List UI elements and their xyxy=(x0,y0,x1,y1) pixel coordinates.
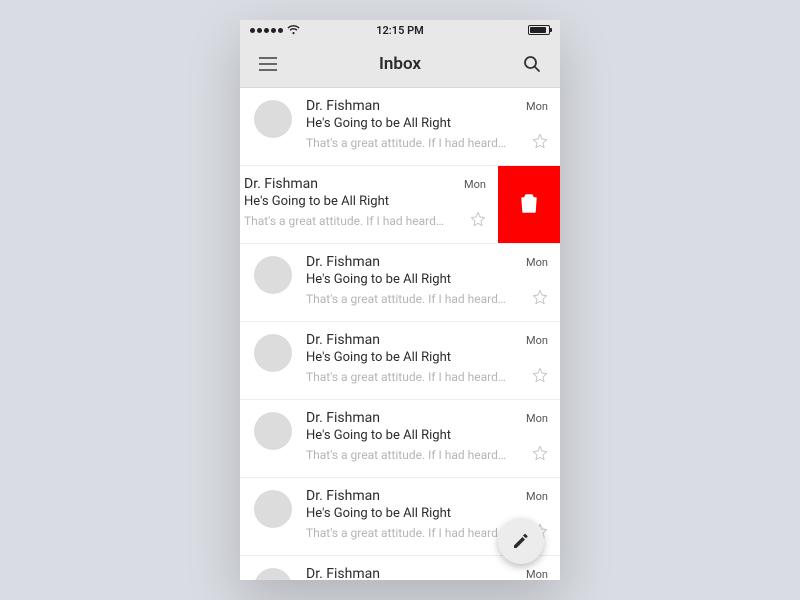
phone-frame: 12:15 PM Inbox Dr. Fishman Mon He's Going … xyxy=(240,20,560,580)
avatar xyxy=(254,256,292,294)
email-content: Dr. Fishman Mon He's Going to be All Right… xyxy=(306,332,548,387)
email-row-content[interactable]: Dr. Fishman Mon He's Going to be All Right… xyxy=(240,400,560,477)
email-subject: He's Going to be All Right xyxy=(244,194,486,209)
email-row-content[interactable]: Dr. Fishman Mon He's Going to be All Right… xyxy=(240,166,498,243)
search-icon xyxy=(523,55,541,73)
email-subject: He's Going to be All Right xyxy=(306,272,548,287)
email-subject: He's Going to be All Right xyxy=(306,116,548,131)
email-date: Mon xyxy=(526,256,548,269)
email-sender: Dr. Fishman xyxy=(306,566,380,580)
avatar xyxy=(254,568,292,580)
email-date: Mon xyxy=(526,412,548,425)
email-sender: Dr. Fishman xyxy=(306,98,380,114)
email-row[interactable]: Dr. Fishman Mon He's Going to be All Right… xyxy=(240,244,560,322)
star-button[interactable] xyxy=(532,289,548,309)
wifi-icon xyxy=(287,25,300,35)
email-sender: Dr. Fishman xyxy=(306,332,380,348)
email-row[interactable]: Dr. Fishman Mon He's Going to be All Right… xyxy=(240,400,560,478)
email-content: Dr. Fishman Mon He's Going to be All Right… xyxy=(306,98,548,153)
email-sender: Dr. Fishman xyxy=(306,488,380,504)
trash-icon xyxy=(520,193,538,217)
email-date: Mon xyxy=(526,100,548,113)
star-button[interactable] xyxy=(532,367,548,387)
email-content: Dr. Fishman Mon He's Going to be All Right… xyxy=(306,254,548,309)
email-row[interactable]: Dr. Fishman Mon He's Going to be All Right… xyxy=(240,88,560,166)
search-button[interactable] xyxy=(518,50,546,78)
status-time: 12:15 PM xyxy=(376,24,424,37)
hamburger-icon xyxy=(259,57,277,71)
email-date: Mon xyxy=(464,178,486,191)
email-preview: That's a great attitude. If I had heard… xyxy=(306,526,524,540)
email-preview: That's a great attitude. If I had heard… xyxy=(306,370,524,384)
star-button[interactable] xyxy=(532,133,548,153)
status-left xyxy=(250,25,300,35)
email-preview: That's a great attitude. If I had heard… xyxy=(306,136,524,150)
email-preview: That's a great attitude. If I had heard… xyxy=(244,214,462,228)
email-sender: Dr. Fishman xyxy=(244,176,318,192)
avatar xyxy=(254,334,292,372)
email-subject: He's Going to be All Right xyxy=(306,428,548,443)
email-content: Dr. Fishman Mon He's Going to be All Right… xyxy=(244,176,486,231)
avatar xyxy=(254,100,292,138)
email-content: Dr. FishmanMonHe's Going to be All Right… xyxy=(306,566,548,580)
compose-fab[interactable] xyxy=(498,518,544,564)
email-row-content[interactable]: Dr. Fishman Mon He's Going to be All Right… xyxy=(240,244,560,321)
signal-dots-icon xyxy=(250,28,283,33)
app-header: Inbox xyxy=(240,40,560,88)
email-row[interactable]: Dr. Fishman Mon He's Going to be All Right… xyxy=(240,322,560,400)
email-content: Dr. Fishman Mon He's Going to be All Right… xyxy=(306,410,548,465)
email-date: Mon xyxy=(526,334,548,347)
email-list[interactable]: Dr. Fishman Mon He's Going to be All Right… xyxy=(240,88,560,580)
delete-action[interactable] xyxy=(498,166,560,243)
battery-icon xyxy=(528,25,550,35)
email-sender: Dr. Fishman xyxy=(306,410,380,426)
email-date: Mon xyxy=(526,568,548,580)
avatar xyxy=(254,412,292,450)
email-date: Mon xyxy=(526,490,548,503)
email-preview: That's a great attitude. If I had heard… xyxy=(306,448,524,462)
avatar xyxy=(254,490,292,528)
status-bar: 12:15 PM xyxy=(240,20,560,40)
email-preview: That's a great attitude. If I had heard… xyxy=(306,292,524,306)
email-row-content[interactable]: Dr. Fishman Mon He's Going to be All Right… xyxy=(240,88,560,165)
page-title: Inbox xyxy=(379,54,421,74)
email-sender: Dr. Fishman xyxy=(306,254,380,270)
pencil-icon xyxy=(512,532,530,550)
email-row[interactable]: Dr. Fishman Mon He's Going to be All Right… xyxy=(240,166,560,244)
star-button[interactable] xyxy=(532,445,548,465)
email-row-content[interactable]: Dr. Fishman Mon He's Going to be All Right… xyxy=(240,322,560,399)
star-button[interactable] xyxy=(470,211,486,231)
menu-button[interactable] xyxy=(254,50,282,78)
email-subject: He's Going to be All Right xyxy=(306,350,548,365)
